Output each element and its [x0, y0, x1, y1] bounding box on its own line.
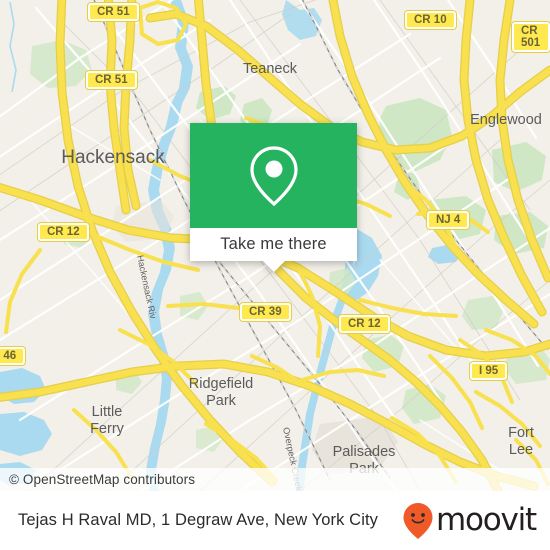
- place-label-little-ferry-line2: Ferry: [90, 421, 125, 437]
- route-shield-cr10: CR 10: [404, 10, 457, 30]
- place-label-fort-lee-line1: Fort: [508, 425, 534, 441]
- route-shield-cr39: CR 39: [239, 302, 292, 322]
- place-label-teaneck: Teaneck: [243, 61, 298, 77]
- route-shield-label: CR 39: [239, 302, 292, 322]
- route-shield-i95: I 95: [468, 361, 509, 381]
- take-me-there-button[interactable]: Take me there: [220, 235, 327, 254]
- popup-header: [190, 123, 357, 228]
- place-label-ridgefield-park-line2: Park: [206, 393, 237, 409]
- attribution-text: © OpenStreetMap contributors: [9, 472, 196, 487]
- map-canvas[interactable]: .wtr{fill:#aadaf0;} .prk{fill:#cfe7c4;} …: [0, 0, 550, 491]
- route-shield-label: CR 12: [37, 222, 90, 242]
- moovit-wordmark: moovit: [435, 502, 537, 538]
- popup-pointer-tail: [262, 261, 285, 272]
- place-label-little-ferry-line1: Little: [92, 404, 123, 420]
- place-label-fort-lee-line2: Lee: [509, 442, 533, 458]
- route-shield-label: CR 12: [338, 314, 391, 334]
- route-shield-label: CR 501: [511, 21, 550, 53]
- location-popup-card[interactable]: Take me there: [190, 123, 357, 272]
- map-pin-icon: [249, 145, 298, 206]
- route-shield-i46: I 46: [0, 346, 27, 366]
- route-shield-label: CR 51: [85, 70, 138, 90]
- place-label-englewood: Englewood: [470, 112, 542, 128]
- route-shield-label: I 46: [0, 346, 27, 366]
- route-shield-label: NJ 4: [425, 210, 471, 230]
- place-label-ridgefield-park-line1: Ridgefield: [189, 376, 254, 392]
- route-shield-label: CR 51: [87, 2, 140, 22]
- popup-action-row[interactable]: Take me there: [190, 228, 357, 272]
- route-shield-cr501: CR 501: [511, 21, 550, 53]
- moovit-pin-icon: [403, 502, 433, 539]
- map-attribution: © OpenStreetMap contributors: [0, 468, 550, 491]
- route-shield-cr12-b: CR 12: [338, 314, 391, 334]
- route-shield-cr12-a: CR 12: [37, 222, 90, 242]
- moovit-logo[interactable]: moovit: [402, 502, 537, 540]
- route-shield-cr51-b: CR 51: [85, 70, 138, 90]
- footer-bar: Tejas H Raval MD, 1 Degraw Ave, New York…: [0, 491, 550, 550]
- route-shield-label: CR 10: [404, 10, 457, 30]
- route-shield-cr51-a: CR 51: [87, 2, 140, 22]
- moovit-map-screenshot: .wtr{fill:#aadaf0;} .prk{fill:#cfe7c4;} …: [0, 0, 550, 550]
- route-shield-label: I 95: [468, 361, 509, 381]
- footer-row: Tejas H Raval MD, 1 Degraw Ave, New York…: [0, 491, 550, 550]
- route-shield-nj4: NJ 4: [425, 210, 471, 230]
- location-address-label: Tejas H Raval MD, 1 Degraw Ave, New York…: [18, 511, 378, 529]
- place-label-hackensack: Hackensack: [61, 147, 165, 168]
- place-label-palisades-park-line1: Palisades: [333, 444, 396, 460]
